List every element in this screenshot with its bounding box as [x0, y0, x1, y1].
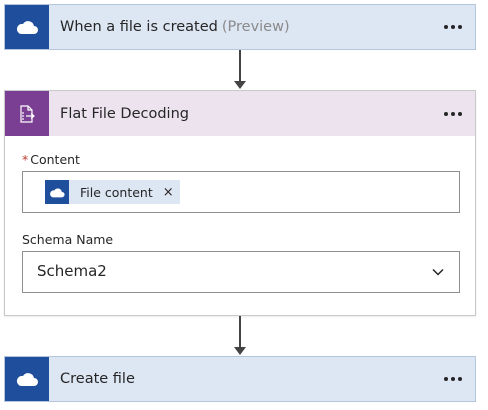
onedrive-cloud-icon: [45, 180, 69, 204]
schema-name-select[interactable]: Schema2: [22, 251, 460, 293]
flat-file-decoding-card[interactable]: Flat File Decoding * Content File content…: [4, 90, 476, 316]
required-marker: *: [22, 152, 29, 167]
schema-field-label: Schema Name: [22, 232, 114, 247]
flat-file-decode-icon: [5, 91, 49, 136]
create-file-more-button[interactable]: [439, 369, 467, 389]
schema-selected-value: Schema2: [37, 262, 107, 280]
file-content-token[interactable]: File content ×: [45, 180, 180, 204]
token-label: File content: [80, 184, 153, 200]
chevron-down-icon[interactable]: [431, 265, 445, 279]
trigger-header[interactable]: When a file is created (Preview): [5, 5, 475, 49]
action-header[interactable]: Flat File Decoding: [5, 91, 475, 136]
connector-line-2: [239, 316, 241, 348]
create-file-card[interactable]: Create file: [4, 356, 476, 402]
connector-arrow-1: [234, 81, 246, 89]
content-label-text: Content: [30, 152, 80, 167]
trigger-title-text: When a file is created: [60, 19, 218, 35]
connector-line-1: [239, 50, 241, 82]
onedrive-cloud-icon: [5, 5, 49, 49]
onedrive-cloud-icon: [5, 357, 49, 401]
token-remove-icon[interactable]: ×: [163, 185, 174, 200]
connector-arrow-2: [234, 347, 246, 355]
create-file-title: Create file: [60, 371, 135, 387]
create-file-header[interactable]: Create file: [5, 357, 475, 401]
content-input[interactable]: File content ×: [22, 171, 460, 213]
preview-tag: (Preview): [221, 19, 290, 35]
trigger-more-button[interactable]: [439, 17, 467, 37]
trigger-card[interactable]: When a file is created (Preview): [4, 4, 476, 50]
content-field-label: * Content: [22, 152, 80, 167]
action-title: Flat File Decoding: [60, 105, 189, 122]
trigger-title: When a file is created (Preview): [60, 19, 290, 35]
action-more-button[interactable]: [439, 104, 467, 124]
